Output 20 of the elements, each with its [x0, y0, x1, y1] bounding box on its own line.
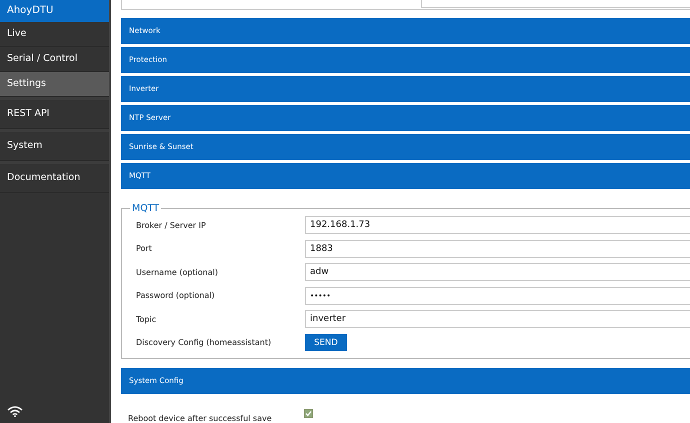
input-field[interactable]: inverter — [305, 310, 690, 328]
checkbox[interactable] — [304, 409, 313, 418]
input-field[interactable]: 1883 — [305, 240, 690, 258]
nav-item[interactable]: Settings — [0, 72, 109, 97]
field-label: Topic — [136, 314, 158, 324]
input-field[interactable]: 192.168.1.73 — [305, 216, 690, 234]
brand-title[interactable]: AhoyDTU — [0, 0, 109, 22]
field-label: Password (optional) — [136, 291, 216, 300]
option-label: Reboot device after successful save — [128, 414, 273, 423]
device-name-field[interactable] — [421, 0, 690, 8]
fieldset-legend: MQTT — [130, 203, 162, 214]
field-label: Username (optional) — [136, 268, 219, 277]
field-label: Port — [136, 244, 153, 254]
field-label: Discovery Config (homeassistant) — [136, 338, 272, 348]
nav-item[interactable]: Live — [0, 22, 109, 47]
field-label: Broker / Server IP — [136, 220, 207, 230]
nav-item[interactable]: Documentation — [0, 164, 109, 193]
wifi-icon — [7, 406, 23, 417]
send-button[interactable]: SEND — [305, 334, 347, 352]
input-field[interactable]: adw — [305, 263, 690, 282]
